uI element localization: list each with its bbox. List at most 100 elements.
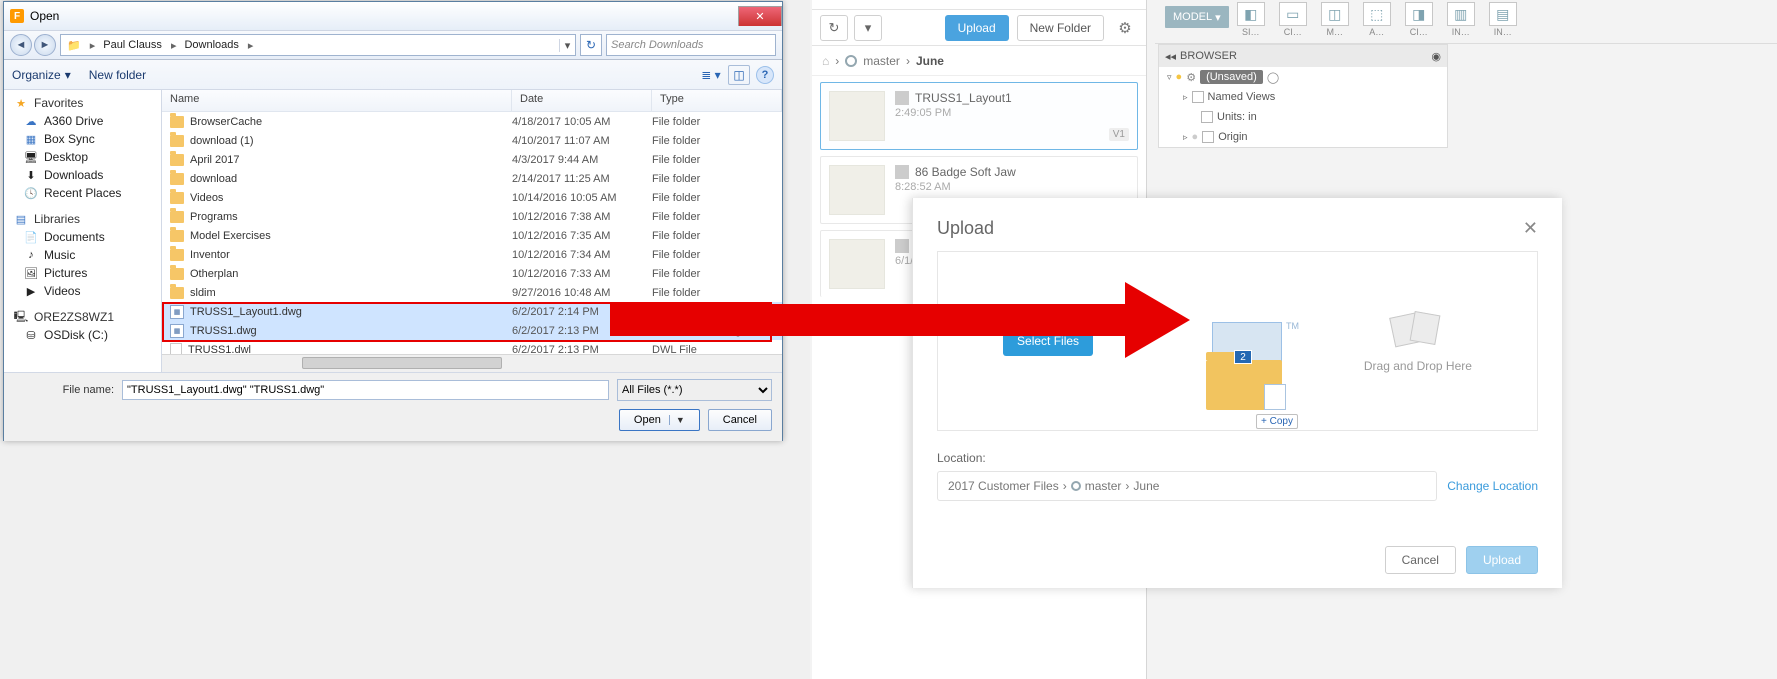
- file-row[interactable]: Programs10/12/2016 7:38 AMFile folder: [162, 207, 782, 226]
- forward-button[interactable]: ►: [34, 34, 56, 56]
- document-icon: [1201, 111, 1213, 123]
- sidebar-item[interactable]: ▦Box Sync: [4, 130, 161, 148]
- file-row[interactable]: Model Exercises10/12/2016 7:35 AMFile fo…: [162, 226, 782, 245]
- sidebar-item[interactable]: 🕓Recent Places: [4, 184, 161, 202]
- search-input[interactable]: Search Downloads: [606, 34, 776, 56]
- ribbon-cmd-1[interactable]: ▭CI…: [1279, 2, 1307, 37]
- ribbon-cmd-4[interactable]: ◨CI…: [1405, 2, 1433, 37]
- cloud-icon: ☁: [24, 114, 38, 128]
- downloads-icon: ⬇: [24, 168, 38, 182]
- help-button[interactable]: ?: [756, 66, 774, 84]
- filename-label: File name:: [14, 384, 114, 396]
- back-button[interactable]: ◄: [10, 34, 32, 56]
- sidebar-item[interactable]: 🖼Pictures: [4, 264, 161, 282]
- navigation-pane[interactable]: ★Favorites ☁A360 Drive ▦Box Sync 🖥Deskto…: [4, 90, 162, 372]
- sidebar-item[interactable]: ⬇Downloads: [4, 166, 161, 184]
- gear-icon[interactable]: ⚙: [1186, 71, 1196, 84]
- home-icon[interactable]: ⌂: [822, 54, 829, 68]
- close-button[interactable]: ✕: [738, 6, 782, 26]
- organize-menu[interactable]: Organize ▾: [12, 68, 71, 82]
- ribbon-cmd-2[interactable]: ◫M…: [1321, 2, 1349, 37]
- preview-pane-button[interactable]: ◫: [728, 65, 750, 85]
- sidebar-item[interactable]: 📄Documents: [4, 228, 161, 246]
- address-dropdown[interactable]: ▾: [559, 39, 575, 52]
- sidebar-item[interactable]: ⛁OSDisk (C:): [4, 326, 161, 344]
- ribbon-cmd-0[interactable]: ◧SI…: [1237, 2, 1265, 37]
- address-bar[interactable]: 📁▸ Paul Clauss▸ Downloads▸ ▾: [60, 34, 576, 56]
- branch-icon: [1071, 481, 1081, 491]
- music-icon: ♪: [24, 248, 38, 262]
- expand-icon[interactable]: ▹: [1183, 132, 1188, 143]
- select-files-button[interactable]: Select Files: [1003, 326, 1093, 356]
- drop-zone[interactable]: Select Files or 2 + Copy Drag and Drop H…: [937, 251, 1538, 431]
- ribbon-cmd-5[interactable]: ▥IN…: [1447, 2, 1475, 37]
- sidebar-item[interactable]: ♪Music: [4, 246, 161, 264]
- refresh-button[interactable]: ↻: [580, 34, 602, 56]
- file-row[interactable]: ▦TRUSS1_Layout1.dwg6/2/2017 2:14 PMAutoC…: [162, 302, 782, 321]
- tree-root-label: (Unsaved): [1200, 70, 1263, 84]
- titlebar[interactable]: F Open ✕: [4, 2, 782, 30]
- browser-settings-icon[interactable]: ◉: [1431, 50, 1441, 63]
- new-folder-button[interactable]: New folder: [89, 68, 146, 82]
- history-button[interactable]: ↻: [820, 15, 848, 41]
- box-icon: ▦: [24, 132, 38, 146]
- item-time: 8:28:52 AM: [895, 181, 1129, 193]
- tree-named-views[interactable]: ▹ Named Views: [1159, 87, 1447, 107]
- file-row[interactable]: Otherplan10/12/2016 7:33 AMFile folder: [162, 264, 782, 283]
- view-mode-button[interactable]: ≣ ▾: [700, 65, 722, 85]
- item-thumbnail: [829, 239, 885, 289]
- folder-icon: [170, 287, 184, 299]
- tree-origin[interactable]: ▹ ● Origin: [1159, 127, 1447, 147]
- upload-button[interactable]: Upload: [945, 15, 1009, 41]
- collapse-icon[interactable]: ▿: [1167, 72, 1172, 83]
- item-thumbnail: [829, 91, 885, 141]
- data-breadcrumb[interactable]: ⌂› master› June: [812, 46, 1146, 76]
- bulb-off-icon[interactable]: ●: [1192, 131, 1199, 143]
- file-row[interactable]: April 20174/3/2017 9:44 AMFile folder: [162, 150, 782, 169]
- folder-icon: [170, 211, 184, 223]
- workspace-switcher[interactable]: MODEL ▾: [1165, 6, 1229, 28]
- fusion-icon: F: [10, 9, 24, 23]
- gear-icon[interactable]: ⚙: [1112, 15, 1138, 41]
- view-mode-button[interactable]: ▾: [854, 15, 882, 41]
- location-path[interactable]: 2017 Customer Files› master› June: [937, 471, 1437, 501]
- file-row[interactable]: ▦TRUSS1.dwg6/2/2017 2:13 PMAutoCAD Drawi…: [162, 321, 782, 340]
- bulb-icon[interactable]: ●: [1176, 71, 1183, 83]
- file-row[interactable]: Videos10/14/2016 10:05 AMFile folder: [162, 188, 782, 207]
- tree-units[interactable]: Units: in: [1159, 107, 1447, 127]
- dialog-title: Upload: [937, 218, 994, 239]
- sidebar-item[interactable]: ▶Videos: [4, 282, 161, 300]
- picture-icon: 🖼: [24, 266, 38, 280]
- file-row[interactable]: download (1)4/10/2017 11:07 AMFile folde…: [162, 131, 782, 150]
- chevron-left-icon[interactable]: ◂◂: [1165, 50, 1176, 63]
- dragged-file-preview: 2 + Copy: [1206, 322, 1302, 418]
- folder-icon: [1192, 91, 1204, 103]
- horizontal-scrollbar[interactable]: [162, 354, 782, 372]
- close-icon[interactable]: ✕: [1523, 218, 1538, 239]
- upload-submit-button[interactable]: Upload: [1466, 546, 1538, 574]
- ribbon-cmd-6[interactable]: ▤IN…: [1489, 2, 1517, 37]
- column-headers[interactable]: Name Date Type: [162, 90, 782, 112]
- new-folder-button[interactable]: New Folder: [1017, 15, 1104, 41]
- file-filter-select[interactable]: All Files (*.*): [617, 379, 772, 401]
- file-row[interactable]: BrowserCache4/18/2017 10:05 AMFile folde…: [162, 112, 782, 131]
- cancel-button[interactable]: Cancel: [708, 409, 772, 431]
- file-row[interactable]: Inventor10/12/2016 7:34 AMFile folder: [162, 245, 782, 264]
- data-panel-tabs: [812, 0, 1146, 10]
- file-row[interactable]: download2/14/2017 11:25 AMFile folder: [162, 169, 782, 188]
- cancel-button[interactable]: Cancel: [1385, 546, 1456, 574]
- expand-icon[interactable]: ▹: [1183, 92, 1188, 103]
- ribbon-cmd-3[interactable]: ⬚A…: [1363, 2, 1391, 37]
- filename-input[interactable]: [122, 380, 609, 400]
- tree-root[interactable]: ▿ ● ⚙ (Unsaved) ◯: [1159, 67, 1447, 87]
- open-button[interactable]: Open▼: [619, 409, 700, 431]
- file-row[interactable]: sldim9/27/2016 10:48 AMFile folder: [162, 283, 782, 302]
- drop-hint: Drag and Drop Here: [1364, 359, 1472, 373]
- file-list[interactable]: BrowserCache4/18/2017 10:05 AMFile folde…: [162, 112, 782, 354]
- sidebar-item[interactable]: ☁A360 Drive: [4, 112, 161, 130]
- file-row[interactable]: TRUSS1.dwl6/2/2017 2:13 PMDWL File: [162, 340, 782, 354]
- sidebar-item[interactable]: 🖥Desktop: [4, 148, 161, 166]
- open-file-dialog: F Open ✕ ◄ ► 📁▸ Paul Clauss▸ Downloads▸ …: [3, 1, 783, 441]
- data-item[interactable]: TRUSS1_Layout1 2:49:05 PM V1: [820, 82, 1138, 150]
- change-location-link[interactable]: Change Location: [1447, 479, 1538, 493]
